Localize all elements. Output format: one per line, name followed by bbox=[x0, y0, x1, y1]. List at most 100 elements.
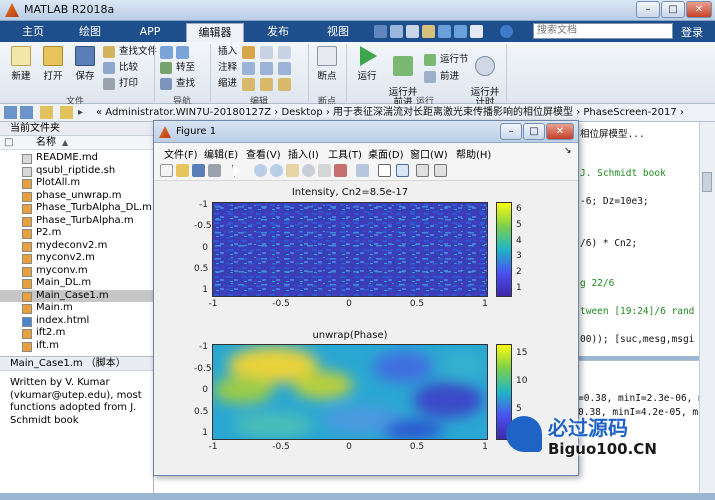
tab-home[interactable]: 主页 bbox=[8, 23, 58, 42]
maximize-button[interactable]: □ bbox=[661, 1, 685, 18]
menu-help[interactable]: 帮助(H) bbox=[456, 146, 491, 161]
file-row[interactable]: P2.m bbox=[0, 227, 154, 240]
save-button[interactable]: 保存 bbox=[70, 46, 100, 82]
switch-windows-icon[interactable] bbox=[470, 25, 483, 38]
tab-view[interactable]: 视图 bbox=[312, 23, 364, 42]
copy-quick-icon[interactable] bbox=[406, 25, 419, 38]
pointer-icon[interactable] bbox=[232, 164, 242, 177]
menu-tools[interactable]: 工具(T) bbox=[328, 146, 362, 161]
compare-button[interactable]: 比较 bbox=[103, 61, 138, 75]
file-row[interactable]: README.md bbox=[0, 152, 154, 165]
file-row[interactable]: phase_unwrap.m bbox=[0, 190, 154, 203]
find-button[interactable]: 查找 bbox=[160, 77, 195, 91]
undo-quick-icon[interactable] bbox=[438, 25, 451, 38]
hide-plot-tools-icon[interactable] bbox=[416, 164, 429, 177]
run-section-button[interactable]: 运行节 bbox=[424, 53, 469, 67]
brush-icon[interactable] bbox=[334, 164, 347, 177]
insert-button[interactable]: 插入 bbox=[218, 45, 237, 59]
file-row[interactable]: PlotAll.m bbox=[0, 177, 154, 190]
figure-close-button[interactable]: ✕ bbox=[546, 123, 574, 140]
file-row[interactable]: qsubl_riptide.sh bbox=[0, 165, 154, 178]
file-row[interactable]: ift2.m bbox=[0, 327, 154, 340]
tab-editor[interactable]: 编辑器 bbox=[186, 23, 244, 42]
browse-folder-icon[interactable] bbox=[60, 106, 73, 119]
open-file-icon[interactable] bbox=[176, 164, 189, 177]
back-arrow-icon[interactable] bbox=[160, 46, 173, 59]
print-button[interactable]: 打印 bbox=[103, 77, 138, 91]
phase-image[interactable] bbox=[212, 344, 488, 440]
file-row[interactable]: Phase_TurbAlpha.m bbox=[0, 215, 154, 228]
dock-arrow-icon[interactable]: ↘ bbox=[564, 146, 572, 156]
wrap-comment-icon[interactable] bbox=[278, 62, 291, 75]
back-nav-icon[interactable] bbox=[4, 106, 17, 119]
name-column-header[interactable]: □ 名称 ▲ bbox=[0, 136, 154, 150]
find-files-button[interactable]: 查找文件 bbox=[103, 45, 157, 59]
save-quick-icon[interactable] bbox=[374, 25, 387, 38]
rotate-icon[interactable] bbox=[302, 164, 315, 177]
tab-plots[interactable]: 绘图 bbox=[64, 23, 116, 42]
goto-button[interactable]: 转至 bbox=[160, 61, 195, 75]
menu-file[interactable]: 文件(F) bbox=[164, 146, 198, 161]
breakpoints-button[interactable]: 断点 bbox=[312, 46, 342, 82]
file-row[interactable]: mydeconv2.m bbox=[0, 240, 154, 253]
search-input[interactable]: 搜索文档 bbox=[533, 23, 673, 39]
data-cursor-icon[interactable] bbox=[318, 164, 331, 177]
history-dropdown-icon[interactable]: ▸ bbox=[78, 104, 83, 121]
pan-icon[interactable] bbox=[286, 164, 299, 177]
new-figure-icon[interactable] bbox=[160, 164, 173, 177]
intensity-colorbar[interactable] bbox=[496, 202, 512, 297]
menu-edit[interactable]: 编辑(E) bbox=[204, 146, 238, 161]
minimize-button[interactable]: – bbox=[636, 1, 660, 18]
forward-arrow-icon[interactable] bbox=[176, 46, 189, 59]
open-button[interactable]: 打开 bbox=[38, 46, 68, 82]
link-plot-icon[interactable] bbox=[356, 164, 369, 177]
figure-title-bar[interactable]: Figure 1 – □ ✕ bbox=[154, 121, 578, 143]
folder-path[interactable]: « Administrator.WIN7U-20180127Z › Deskto… bbox=[96, 104, 684, 121]
signin-link[interactable]: 登录 bbox=[681, 24, 703, 40]
menu-insert[interactable]: 插入(I) bbox=[288, 146, 319, 161]
cut-quick-icon[interactable] bbox=[390, 25, 403, 38]
indent-button[interactable]: 缩进 bbox=[218, 77, 237, 91]
file-row[interactable]: Main_Case1.m bbox=[0, 289, 154, 302]
help-icon[interactable] bbox=[500, 25, 513, 38]
figure-maximize-button[interactable]: □ bbox=[523, 123, 545, 140]
advance-button[interactable]: 前进 bbox=[424, 70, 459, 84]
comment-button[interactable]: 注释 bbox=[218, 61, 237, 75]
new-button[interactable]: 新建 bbox=[6, 46, 36, 82]
file-row[interactable]: Phase_TurbAlpha_DL.m bbox=[0, 202, 154, 215]
fx-function-icon[interactable] bbox=[260, 46, 273, 59]
outdent-icon[interactable] bbox=[278, 78, 291, 91]
file-row[interactable]: ift.m bbox=[0, 340, 154, 353]
forward-nav-icon[interactable] bbox=[20, 106, 33, 119]
intensity-image[interactable] bbox=[212, 202, 488, 297]
tab-apps[interactable]: APP bbox=[124, 23, 176, 42]
insert-dropdown-icon[interactable] bbox=[278, 46, 291, 59]
insert-legend-icon[interactable] bbox=[396, 164, 409, 177]
up-folder-icon[interactable] bbox=[40, 106, 53, 119]
file-row[interactable]: Main_DL.m bbox=[0, 277, 154, 290]
file-row[interactable]: myconv2.m bbox=[0, 252, 154, 265]
tab-publish[interactable]: 发布 bbox=[252, 23, 304, 42]
close-button[interactable]: ✕ bbox=[686, 1, 712, 18]
show-plot-tools-icon[interactable] bbox=[434, 164, 447, 177]
zoom-out-icon[interactable] bbox=[270, 164, 283, 177]
insert-section-icon[interactable] bbox=[242, 46, 255, 59]
figure-minimize-button[interactable]: – bbox=[500, 123, 522, 140]
menu-view[interactable]: 查看(V) bbox=[246, 146, 281, 161]
comment-icon[interactable] bbox=[242, 62, 255, 75]
scrollbar-thumb[interactable] bbox=[702, 172, 712, 192]
save-figure-icon[interactable] bbox=[192, 164, 205, 177]
insert-colorbar-icon[interactable] bbox=[378, 164, 391, 177]
menu-desktop[interactable]: 桌面(D) bbox=[368, 146, 404, 161]
menu-window[interactable]: 窗口(W) bbox=[410, 146, 448, 161]
file-row[interactable]: myconv.m bbox=[0, 265, 154, 278]
print-figure-icon[interactable] bbox=[208, 164, 221, 177]
run-button[interactable]: 运行 bbox=[352, 46, 382, 82]
uncomment-icon[interactable] bbox=[260, 62, 273, 75]
paste-quick-icon[interactable] bbox=[422, 25, 435, 38]
file-row[interactable]: Main.m bbox=[0, 302, 154, 315]
file-row[interactable]: index.html bbox=[0, 315, 154, 328]
smart-indent-icon[interactable] bbox=[242, 78, 255, 91]
zoom-in-icon[interactable] bbox=[254, 164, 267, 177]
indent-icon[interactable] bbox=[260, 78, 273, 91]
